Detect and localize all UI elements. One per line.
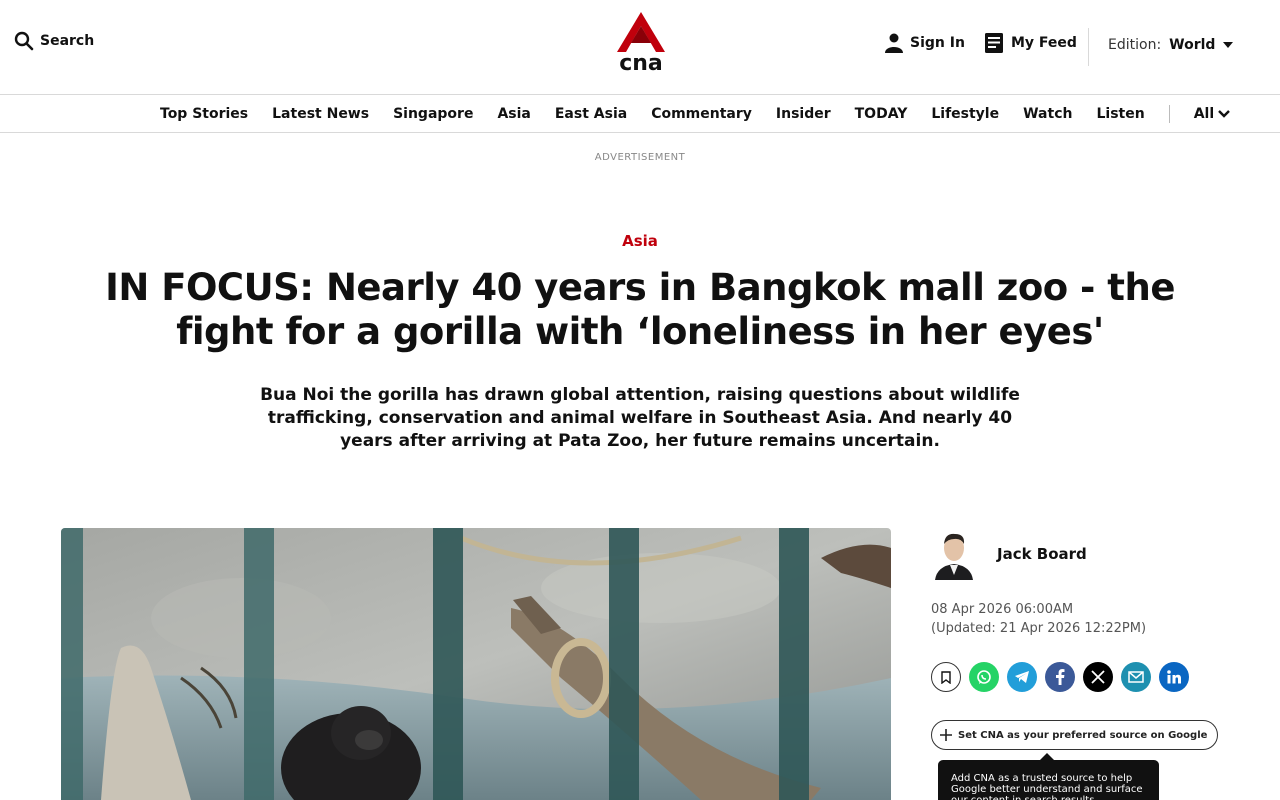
search-icon — [14, 31, 34, 51]
whatsapp-share-button[interactable] — [969, 662, 999, 692]
advertisement-label: ADVERTISEMENT — [594, 152, 686, 163]
edition-selector[interactable]: Edition: World — [1108, 37, 1234, 53]
published-date: 08 Apr 2026 06:00AM — [931, 602, 1074, 617]
search-label: Search — [40, 33, 95, 49]
cna-logo[interactable]: cna — [617, 12, 665, 76]
article-summary: Bua Noi the gorilla has drawn global att… — [260, 385, 1020, 451]
x-icon — [1091, 670, 1105, 684]
main-nav: Top Stories Latest News Singapore Asia E… — [0, 95, 1280, 133]
nav-item-top-stories[interactable]: Top Stories — [160, 106, 248, 122]
telegram-icon — [1015, 671, 1029, 683]
preferred-source-tooltip: Add CNA as a trusted source to help Goog… — [938, 753, 1159, 800]
header-divider — [1088, 28, 1089, 66]
facebook-icon — [1056, 669, 1065, 685]
edition-label: Edition: — [1108, 37, 1162, 53]
nav-item-today[interactable]: TODAY — [855, 106, 908, 122]
email-share-button[interactable] — [1121, 662, 1151, 692]
author-photo — [931, 528, 977, 580]
edition-value: World — [1169, 37, 1216, 53]
nav-item-commentary[interactable]: Commentary — [651, 106, 752, 122]
logo-text: cna — [619, 51, 663, 72]
nav-divider — [1168, 105, 1170, 123]
my-feed-label: My Feed — [1011, 35, 1077, 51]
cna-logo-mark: cna — [617, 12, 665, 76]
bookmark-icon — [941, 670, 951, 684]
facebook-share-button[interactable] — [1045, 662, 1075, 692]
share-bar — [931, 662, 1189, 692]
linkedin-icon — [1167, 670, 1181, 684]
nav-item-insider[interactable]: Insider — [776, 106, 831, 122]
x-share-button[interactable] — [1083, 662, 1113, 692]
nav-item-asia[interactable]: Asia — [497, 106, 530, 122]
nav-item-watch[interactable]: Watch — [1023, 106, 1072, 122]
nav-item-listen[interactable]: Listen — [1096, 106, 1144, 122]
my-feed-button[interactable]: My Feed — [985, 33, 1077, 53]
preferred-source-label: Set CNA as your preferred source on Goog… — [958, 729, 1208, 741]
author-name: Jack Board — [997, 545, 1087, 563]
email-icon — [1128, 671, 1144, 683]
gorilla-enclosure-photo — [61, 528, 891, 800]
user-icon — [885, 33, 903, 53]
sign-in-label: Sign In — [910, 35, 965, 51]
article-headline: IN FOCUS: Nearly 40 years in Bangkok mal… — [105, 266, 1175, 353]
updated-date: (Updated: 21 Apr 2026 12:22PM) — [931, 621, 1147, 636]
whatsapp-icon — [977, 670, 991, 684]
nav-item-latest-news[interactable]: Latest News — [272, 106, 369, 122]
article-dates: 08 Apr 2026 06:00AM (Updated: 21 Apr 202… — [931, 600, 1146, 638]
chevron-down-icon — [1218, 110, 1230, 118]
nav-all-label: All — [1193, 106, 1215, 122]
preferred-source-button[interactable]: Set CNA as your preferred source on Goog… — [931, 720, 1219, 750]
nav-item-singapore[interactable]: Singapore — [393, 106, 473, 122]
bookmark-button[interactable] — [931, 662, 961, 692]
nav-item-lifestyle[interactable]: Lifestyle — [931, 106, 999, 122]
author-avatar — [931, 528, 977, 580]
search-button[interactable]: Search — [14, 31, 94, 51]
author-block[interactable]: Jack Board — [931, 528, 1087, 580]
article-category[interactable]: Asia — [0, 232, 1280, 250]
plus-icon — [940, 729, 952, 741]
site-header: Search cna Sign In My Feed Edition: Worl… — [0, 0, 1280, 95]
caret-down-icon — [1223, 42, 1234, 48]
hero-image[interactable] — [61, 528, 891, 800]
feed-icon — [985, 33, 1003, 53]
nav-item-all[interactable]: All — [1194, 106, 1230, 122]
sign-in-button[interactable]: Sign In — [885, 33, 965, 53]
linkedin-share-button[interactable] — [1159, 662, 1189, 692]
nav-item-east-asia[interactable]: East Asia — [555, 106, 627, 122]
telegram-share-button[interactable] — [1007, 662, 1037, 692]
